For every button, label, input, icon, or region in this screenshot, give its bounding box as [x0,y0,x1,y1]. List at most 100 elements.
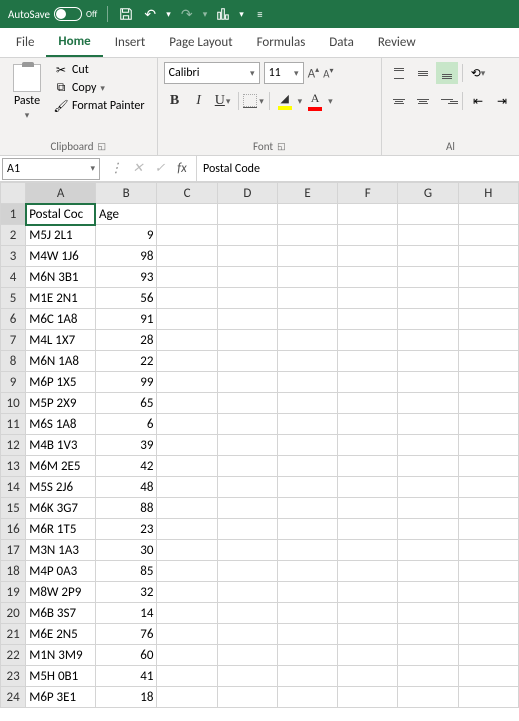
cell[interactable] [458,666,518,687]
cell[interactable] [157,498,217,519]
cell[interactable] [277,519,337,540]
cell[interactable]: 42 [95,456,157,477]
cell[interactable] [217,393,277,414]
clipboard-launcher-icon[interactable]: ◱ [98,141,107,152]
save-icon[interactable] [118,6,134,22]
cell[interactable] [458,309,518,330]
cell[interactable] [398,351,458,372]
cell[interactable] [398,519,458,540]
row-header[interactable]: 5 [1,288,26,309]
cell[interactable]: 9 [95,225,157,246]
cell[interactable] [398,561,458,582]
row-header[interactable]: 13 [1,456,26,477]
cell[interactable]: M6C 1A8 [26,309,96,330]
undo-dropdown-icon[interactable]: ▾ [166,9,171,20]
autosave-toggle[interactable]: AutoSave Off [8,7,97,21]
cell[interactable] [398,288,458,309]
border-button[interactable]: ▾ [243,90,265,112]
fill-dropdown-icon[interactable]: ▾ [298,96,303,107]
cell[interactable] [458,435,518,456]
cell[interactable] [398,603,458,624]
cell[interactable]: M5H 0B1 [26,666,96,687]
cell[interactable] [157,414,217,435]
align-bottom-button[interactable] [436,62,458,84]
chart-icon[interactable] [215,6,231,22]
cell[interactable] [157,225,217,246]
cell[interactable] [458,246,518,267]
cell[interactable] [217,561,277,582]
cell[interactable] [398,498,458,519]
row-header[interactable]: 24 [1,687,26,708]
cell[interactable] [398,582,458,603]
cell[interactable] [277,687,337,708]
cell[interactable]: M6N 1A8 [26,351,96,372]
tab-home[interactable]: Home [46,28,102,57]
row-header[interactable]: 23 [1,666,26,687]
row-header[interactable]: 21 [1,624,26,645]
cell[interactable] [458,498,518,519]
cell[interactable]: 65 [95,393,157,414]
cell[interactable] [157,624,217,645]
cell[interactable] [217,309,277,330]
row-header[interactable]: 17 [1,540,26,561]
cell[interactable] [338,666,398,687]
cell[interactable] [217,204,277,225]
cell[interactable] [458,393,518,414]
cell[interactable] [338,498,398,519]
cell[interactable] [398,309,458,330]
cell[interactable] [277,435,337,456]
align-center-button[interactable] [412,90,434,112]
cell[interactable] [398,330,458,351]
column-header-D[interactable]: D [217,183,277,204]
cell[interactable] [217,288,277,309]
cell[interactable] [277,288,337,309]
increase-indent-button[interactable]: ⇥ [491,90,513,112]
cell[interactable] [217,456,277,477]
tab-page-layout[interactable]: Page Layout [157,29,244,56]
enter-icon[interactable]: ✓ [150,161,170,176]
underline-button[interactable]: U▾ [212,90,234,112]
cell[interactable]: 30 [95,540,157,561]
cell[interactable] [277,582,337,603]
tab-file[interactable]: File [4,29,46,56]
cell[interactable] [157,519,217,540]
cell[interactable] [338,351,398,372]
chart-dropdown-icon[interactable]: ▾ [239,9,244,20]
cell[interactable] [458,519,518,540]
row-header[interactable]: 22 [1,645,26,666]
cell[interactable] [157,582,217,603]
cell[interactable]: 91 [95,309,157,330]
paste-button[interactable]: Paste ▾ [6,62,48,123]
cell[interactable] [157,687,217,708]
cell[interactable] [338,414,398,435]
row-header[interactable]: 10 [1,393,26,414]
cell[interactable] [277,561,337,582]
cell[interactable] [217,372,277,393]
cell[interactable] [157,204,217,225]
cell[interactable] [458,330,518,351]
cell[interactable]: M4L 1X7 [26,330,96,351]
cell[interactable] [458,351,518,372]
cell[interactable] [338,288,398,309]
cell[interactable] [338,477,398,498]
cell[interactable] [398,624,458,645]
font-color-dropdown-icon[interactable]: ▾ [328,96,333,107]
cell[interactable] [338,330,398,351]
bold-button[interactable]: B [164,90,186,112]
cell[interactable]: 32 [95,582,157,603]
cell[interactable] [277,498,337,519]
cell[interactable] [458,288,518,309]
column-header-E[interactable]: E [277,183,337,204]
row-header[interactable]: 16 [1,519,26,540]
cell[interactable] [217,624,277,645]
orientation-button[interactable]: ⟲▾ [467,62,489,84]
autosave-switch-icon[interactable] [54,7,82,21]
cell[interactable] [338,393,398,414]
font-name-select[interactable]: Calibri ▾ [164,62,260,84]
cell[interactable] [217,246,277,267]
cell[interactable]: M6S 1A8 [26,414,96,435]
cell[interactable] [398,372,458,393]
cell[interactable] [398,666,458,687]
cell[interactable] [398,225,458,246]
cell[interactable] [157,540,217,561]
